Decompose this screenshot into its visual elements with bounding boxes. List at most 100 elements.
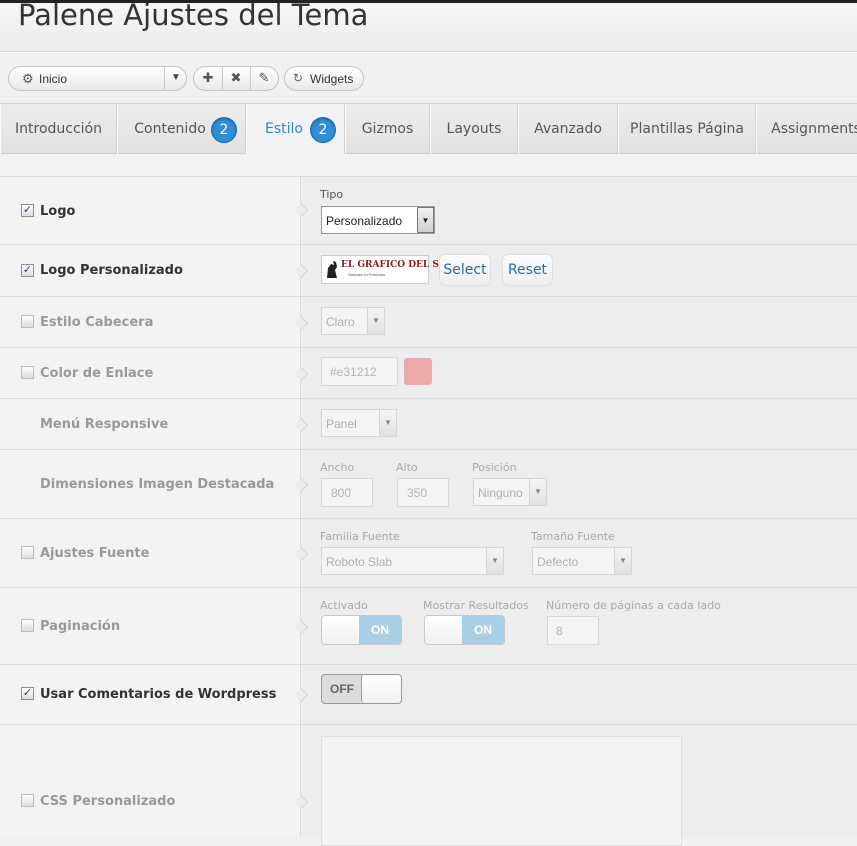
tab-label: Contenido — [134, 121, 206, 137]
count-badge: 2 — [211, 117, 237, 143]
field-label: Tipo — [320, 188, 344, 201]
pagination-checkbox[interactable] — [21, 619, 34, 632]
input-value: 350 — [407, 486, 428, 500]
setting-label: Usar Comentarios de Wordpress — [40, 687, 277, 702]
toggle-knob — [322, 616, 361, 644]
setting-row-header-style: Estilo Cabecera Claro ▼ — [0, 297, 857, 348]
setting-label: Paginación — [40, 619, 121, 634]
chevron-down-icon: ▼ — [614, 548, 631, 574]
preset-dropdown[interactable]: ⚙ Inicio ▼ — [8, 66, 187, 91]
toggle-state: ON — [359, 616, 401, 644]
page-title: Palene Ajustes del Tema — [18, 0, 369, 32]
count-badge: 2 — [310, 117, 336, 143]
setting-row-comments: ✓ Usar Comentarios de Wordpress OFF — [0, 665, 857, 725]
tab-estilo[interactable]: Estilo 2 — [246, 104, 345, 154]
select-button[interactable]: Select — [439, 254, 491, 286]
custom-logo-checkbox[interactable]: ✓ — [21, 264, 34, 277]
toggle-knob — [361, 675, 401, 703]
preset-actions: ✚ ✖ ✎ — [193, 66, 279, 91]
comments-checkbox[interactable]: ✓ — [21, 687, 34, 700]
position-select[interactable]: Ninguno ▼ — [473, 478, 547, 506]
responsive-menu-select[interactable]: Panel ▼ — [321, 409, 397, 437]
font-checkbox[interactable] — [21, 546, 34, 559]
custom-css-textarea[interactable] — [321, 736, 682, 846]
select-value: Personalizado — [326, 214, 403, 228]
preset-label: Inicio — [39, 72, 68, 86]
input-value: #e31212 — [330, 365, 377, 379]
gear-icon: ⚙ — [22, 71, 34, 86]
chevron-down-icon[interactable]: ▼ — [171, 72, 181, 83]
setting-label: Dimensiones Imagen Destacada — [40, 477, 275, 492]
pages-input[interactable]: 8 — [547, 616, 599, 645]
setting-label: Menú Responsive — [40, 417, 169, 432]
toggle-knob — [425, 616, 464, 644]
tab-assignments[interactable]: Assignments — [756, 104, 857, 154]
delete-icon[interactable]: ✖ — [222, 70, 250, 86]
setting-row-font: Ajustes Fuente Familia Fuente Roboto Sla… — [0, 519, 857, 588]
input-value: 800 — [331, 486, 352, 500]
css-checkbox[interactable] — [21, 794, 34, 807]
tab-label: Layouts — [446, 121, 502, 137]
tab-gizmos[interactable]: Gizmos — [345, 104, 430, 154]
font-size-select[interactable]: Defecto ▼ — [532, 547, 632, 575]
toggle-state: OFF — [330, 682, 354, 696]
link-color-checkbox[interactable] — [21, 366, 34, 379]
field-label: Tamaño Fuente — [531, 530, 615, 543]
field-label: Posición — [472, 461, 517, 474]
field-label: Ancho — [320, 461, 355, 474]
refresh-icon: ↻ — [293, 71, 304, 85]
chevron-down-icon: ▼ — [367, 308, 384, 334]
header-style-select[interactable]: Claro ▼ — [321, 307, 385, 335]
field-label: Familia Fuente — [320, 530, 400, 543]
chevron-down-icon: ▼ — [417, 207, 434, 233]
tab-layouts[interactable]: Layouts — [430, 104, 518, 154]
setting-row-pagination: Paginación Activado ON Mostrar Resultado… — [0, 588, 857, 665]
chevron-down-icon: ▼ — [486, 548, 503, 574]
select-value: Defecto — [537, 555, 579, 569]
tab-label: Plantillas Página — [630, 121, 744, 137]
setting-label: Color de Enlace — [40, 366, 154, 381]
comments-toggle[interactable]: OFF — [321, 674, 402, 704]
chevron-down-icon: ▼ — [379, 410, 396, 436]
toggle-state: ON — [462, 616, 504, 644]
input-value: 8 — [556, 624, 563, 638]
tab-introduccion[interactable]: Introducción — [0, 104, 117, 154]
pagination-enabled-toggle[interactable]: ON — [321, 615, 402, 645]
setting-row-responsive-menu: Menú Responsive Panel ▼ — [0, 399, 857, 450]
setting-label: Logo — [40, 204, 76, 219]
edit-icon[interactable]: ✎ — [250, 70, 278, 86]
setting-label: Ajustes Fuente — [40, 546, 150, 561]
color-swatch[interactable] — [404, 358, 432, 385]
tab-bar: Introducción Contenido 2 Estilo 2 Gizmos… — [0, 104, 857, 154]
tab-label: Gizmos — [361, 121, 414, 137]
widgets-label: Widgets — [310, 72, 354, 86]
width-input[interactable]: 800 — [321, 478, 373, 507]
add-icon[interactable]: ✚ — [194, 70, 222, 86]
field-label: Alto — [396, 461, 418, 474]
font-family-select[interactable]: Roboto Slab ▼ — [321, 547, 504, 575]
select-value: Claro — [326, 315, 355, 329]
height-input[interactable]: 350 — [397, 478, 449, 507]
setting-label: Estilo Cabecera — [40, 315, 154, 330]
setting-label: CSS Personalizado — [40, 794, 176, 809]
tab-plantillas-pagina[interactable]: Plantillas Página — [618, 104, 756, 154]
tab-label: Assignments — [771, 121, 857, 137]
select-value: Ninguno — [478, 486, 523, 500]
logo-type-select[interactable]: Personalizado ▼ — [321, 206, 435, 234]
header-style-checkbox[interactable] — [21, 315, 34, 328]
show-results-toggle[interactable]: ON — [424, 615, 505, 645]
logo-text: EL GRAFICO DEL SUR — [341, 260, 455, 270]
reset-button[interactable]: Reset — [502, 254, 553, 286]
tab-label: Avanzado — [534, 121, 602, 137]
setting-label: Logo Personalizado — [40, 263, 183, 278]
field-label: Mostrar Resultados — [423, 599, 529, 612]
link-color-input[interactable]: #e31212 — [321, 357, 398, 386]
active-tab-pointer — [289, 148, 303, 155]
widgets-button[interactable]: ↻ Widgets — [284, 66, 364, 91]
logo-checkbox[interactable]: ✓ — [21, 204, 34, 217]
field-label: Activado — [320, 599, 368, 612]
tab-label: Introducción — [15, 121, 102, 137]
tab-avanzado[interactable]: Avanzado — [518, 104, 618, 154]
tab-contenido[interactable]: Contenido 2 — [117, 104, 246, 154]
chevron-down-icon: ▼ — [529, 479, 546, 505]
